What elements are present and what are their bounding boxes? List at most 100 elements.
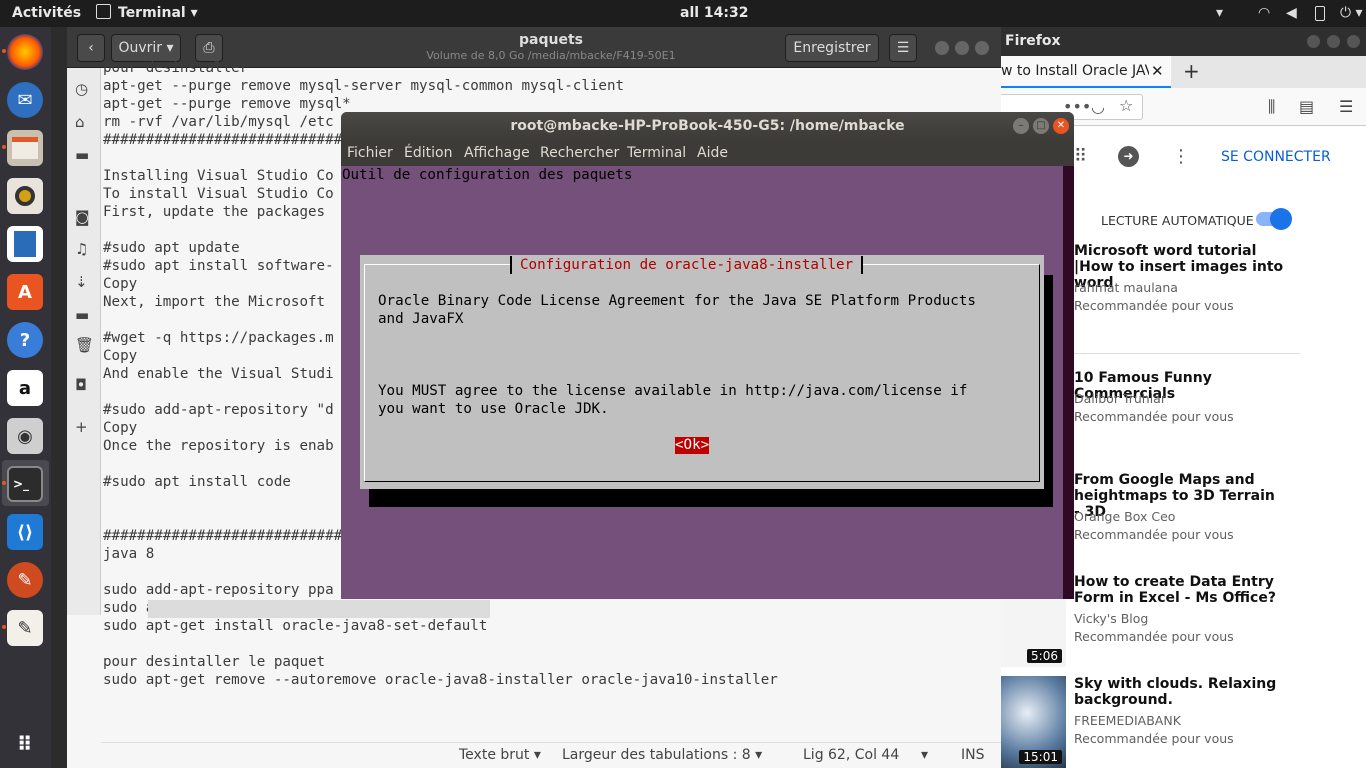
running-indicator <box>2 481 6 485</box>
software-center-icon[interactable]: A <box>7 274 43 310</box>
show-apps-icon[interactable]: ⠿ <box>7 726 43 762</box>
libreoffice-writer-icon[interactable] <box>7 226 43 262</box>
folder-icon[interactable]: ▬ <box>75 146 89 164</box>
rhythmbox-icon[interactable] <box>7 178 43 214</box>
editor-line[interactable]: pour desintaller le paquet <box>103 653 1001 671</box>
menu-fichier[interactable]: Fichier <box>347 145 393 161</box>
video-thumbnail[interactable]: 15:01 <box>1001 676 1066 768</box>
app-menu[interactable]: Terminal ▾ <box>118 5 198 21</box>
clock[interactable]: all 14:32 <box>680 5 748 21</box>
minimize-icon[interactable] <box>1307 35 1320 48</box>
autoplay-toggle[interactable] <box>1256 208 1292 230</box>
video-title[interactable]: How to create Data Entry Form in Excel -… <box>1074 574 1284 606</box>
running-indicator <box>2 145 6 149</box>
dialog-title: Configuration de oracle-java8-installer <box>510 256 864 274</box>
tab-active[interactable]: w to Install Oracle JAV ✕ <box>1001 56 1171 88</box>
video-meta: Recommandée pour vous <box>1074 298 1234 313</box>
thunderbird-icon[interactable]: ✉ <box>7 82 43 118</box>
video-title[interactable]: Sky with clouds. Relaxing background. <box>1074 676 1284 708</box>
divider <box>1074 353 1300 354</box>
maximize-icon[interactable] <box>1327 35 1340 48</box>
caret-down-icon[interactable]: ▾ <box>1216 5 1223 21</box>
maximize-icon[interactable] <box>955 41 969 55</box>
menu-icon[interactable]: ☰ <box>1339 97 1353 116</box>
close-icon[interactable]: ✕ <box>1053 118 1069 134</box>
minimize-icon[interactable]: – <box>1013 118 1029 134</box>
dialog-backtitle: Outil de configuration des paquets <box>342 167 633 183</box>
help-icon[interactable]: ? <box>7 322 43 358</box>
battery-icon[interactable] <box>1315 6 1325 21</box>
tab-close-icon[interactable]: ✕ <box>1151 62 1164 80</box>
apps-grid-icon[interactable]: ⠿ <box>1074 146 1087 167</box>
editor-line[interactable]: sudo apt-get install oracle-java8-set-de… <box>103 617 1001 635</box>
menu-aide[interactable]: Aide <box>697 145 728 161</box>
terminal-menubar: Fichier Édition Affichage Rechercher Ter… <box>341 140 1074 166</box>
cursor-position[interactable]: Lig 62, Col 44 <box>803 747 899 763</box>
video-meta: Recommandée pour vous <box>1074 527 1234 542</box>
pocket-icon[interactable]: ◡ <box>1091 97 1105 116</box>
sign-in-button[interactable]: SE CONNECTER <box>1221 149 1331 165</box>
video-channel[interactable]: FREEMEDIABANK <box>1074 713 1181 728</box>
library-icon[interactable]: ⫼ <box>1268 97 1275 117</box>
sidebar-icon[interactable]: ▤ <box>1299 97 1314 116</box>
speaker-icon[interactable]: ◀ <box>1286 5 1297 21</box>
drive-icon[interactable]: ◘ <box>75 376 87 394</box>
hamburger-menu-icon[interactable]: ☰ <box>889 34 917 62</box>
menu-edition[interactable]: Édition <box>404 145 452 161</box>
terminal-title: root@mbacke-HP-ProBook-450-G5: /home/mba… <box>341 112 1074 140</box>
video-channel[interactable]: rahmat maulana <box>1074 280 1178 295</box>
camera-icon[interactable]: ◙ <box>75 208 90 226</box>
firefox-titlebar: Firefox <box>1001 27 1366 56</box>
top-panel: Activités Terminal ▾ all 14:32 ▾ ◠ ◀ ⏻ ▾ <box>0 0 1366 27</box>
save-button[interactable]: Enregistrer <box>785 34 879 62</box>
running-indicator <box>2 625 6 629</box>
terminal-icon[interactable]: >_ <box>7 466 43 502</box>
trash-icon[interactable]: 🗑 <box>75 336 94 354</box>
editor-line[interactable]: apt-get --purge remove mysql-server mysq… <box>103 77 1001 95</box>
editor-line[interactable]: apt-get --purge remove mysql* <box>103 95 1001 113</box>
dialog-text-4: you want to use Oracle JDK. <box>378 401 609 417</box>
syntax-selector[interactable]: Texte brut ▾ <box>459 747 541 763</box>
amazon-icon[interactable]: a <box>7 370 43 406</box>
tab-width-selector[interactable]: Largeur des tabulations : 8 ▾ <box>562 747 762 763</box>
video-duration: 5:06 <box>1027 649 1062 663</box>
settings-icon[interactable]: ✎ <box>7 562 43 598</box>
activities-button[interactable]: Activités <box>12 5 81 21</box>
video-meta: Recommandée pour vous <box>1074 731 1234 746</box>
ok-button[interactable]: <Ok> <box>675 437 710 454</box>
minimize-icon[interactable] <box>935 41 949 55</box>
text-editor-icon[interactable]: ✎ <box>7 610 43 646</box>
add-icon[interactable]: + <box>75 418 88 436</box>
recent-icon[interactable]: ◷ <box>75 80 88 98</box>
new-tab-icon[interactable]: + <box>1183 59 1200 83</box>
editor-line[interactable]: pour desinstaller <box>103 59 1001 77</box>
close-icon[interactable] <box>975 41 989 55</box>
files-icon[interactable] <box>7 130 43 166</box>
maximize-icon[interactable]: □ <box>1033 118 1049 134</box>
messages-icon[interactable]: ➜ <box>1118 146 1139 167</box>
video-channel[interactable]: Dalibor Truhlar <box>1074 391 1166 406</box>
side-panel: ◷ ⌂ ▬ ◙ ♫ ⇣ ▬ 🗑 ◘ + <box>67 68 101 615</box>
terminal-scrollbar[interactable] <box>1063 166 1074 599</box>
power-icon[interactable]: ⏻ ▾ <box>1340 5 1363 21</box>
video-icon[interactable]: ▬ <box>75 306 89 324</box>
mode-caret[interactable]: ▾ <box>921 747 928 763</box>
close-icon[interactable] <box>1347 35 1360 48</box>
vscode-icon[interactable]: ⟨⟩ <box>7 514 43 550</box>
camera-icon[interactable]: ◉ <box>7 418 43 454</box>
menu-terminal[interactable]: Terminal <box>627 145 686 161</box>
editor-line[interactable]: sudo apt-get remove --autoremove oracle-… <box>103 671 1001 689</box>
menu-affichage[interactable]: Affichage <box>464 145 530 161</box>
video-channel[interactable]: Vicky's Blog <box>1074 611 1148 626</box>
wifi-icon[interactable]: ◠ <box>1258 5 1270 21</box>
terminal-app-icon <box>96 4 111 19</box>
home-icon[interactable]: ⌂ <box>75 113 85 131</box>
firefox-icon[interactable] <box>7 34 43 70</box>
video-channel[interactable]: Orange Box Ceo <box>1074 509 1175 524</box>
more-vert-icon[interactable]: ⋮ <box>1172 146 1190 167</box>
bookmark-star-icon[interactable]: ☆ <box>1119 96 1133 115</box>
editor-line[interactable] <box>103 635 1001 653</box>
menu-rechercher[interactable]: Rechercher <box>540 145 619 161</box>
download-icon[interactable]: ⇣ <box>75 273 88 291</box>
music-icon[interactable]: ♫ <box>75 240 88 258</box>
